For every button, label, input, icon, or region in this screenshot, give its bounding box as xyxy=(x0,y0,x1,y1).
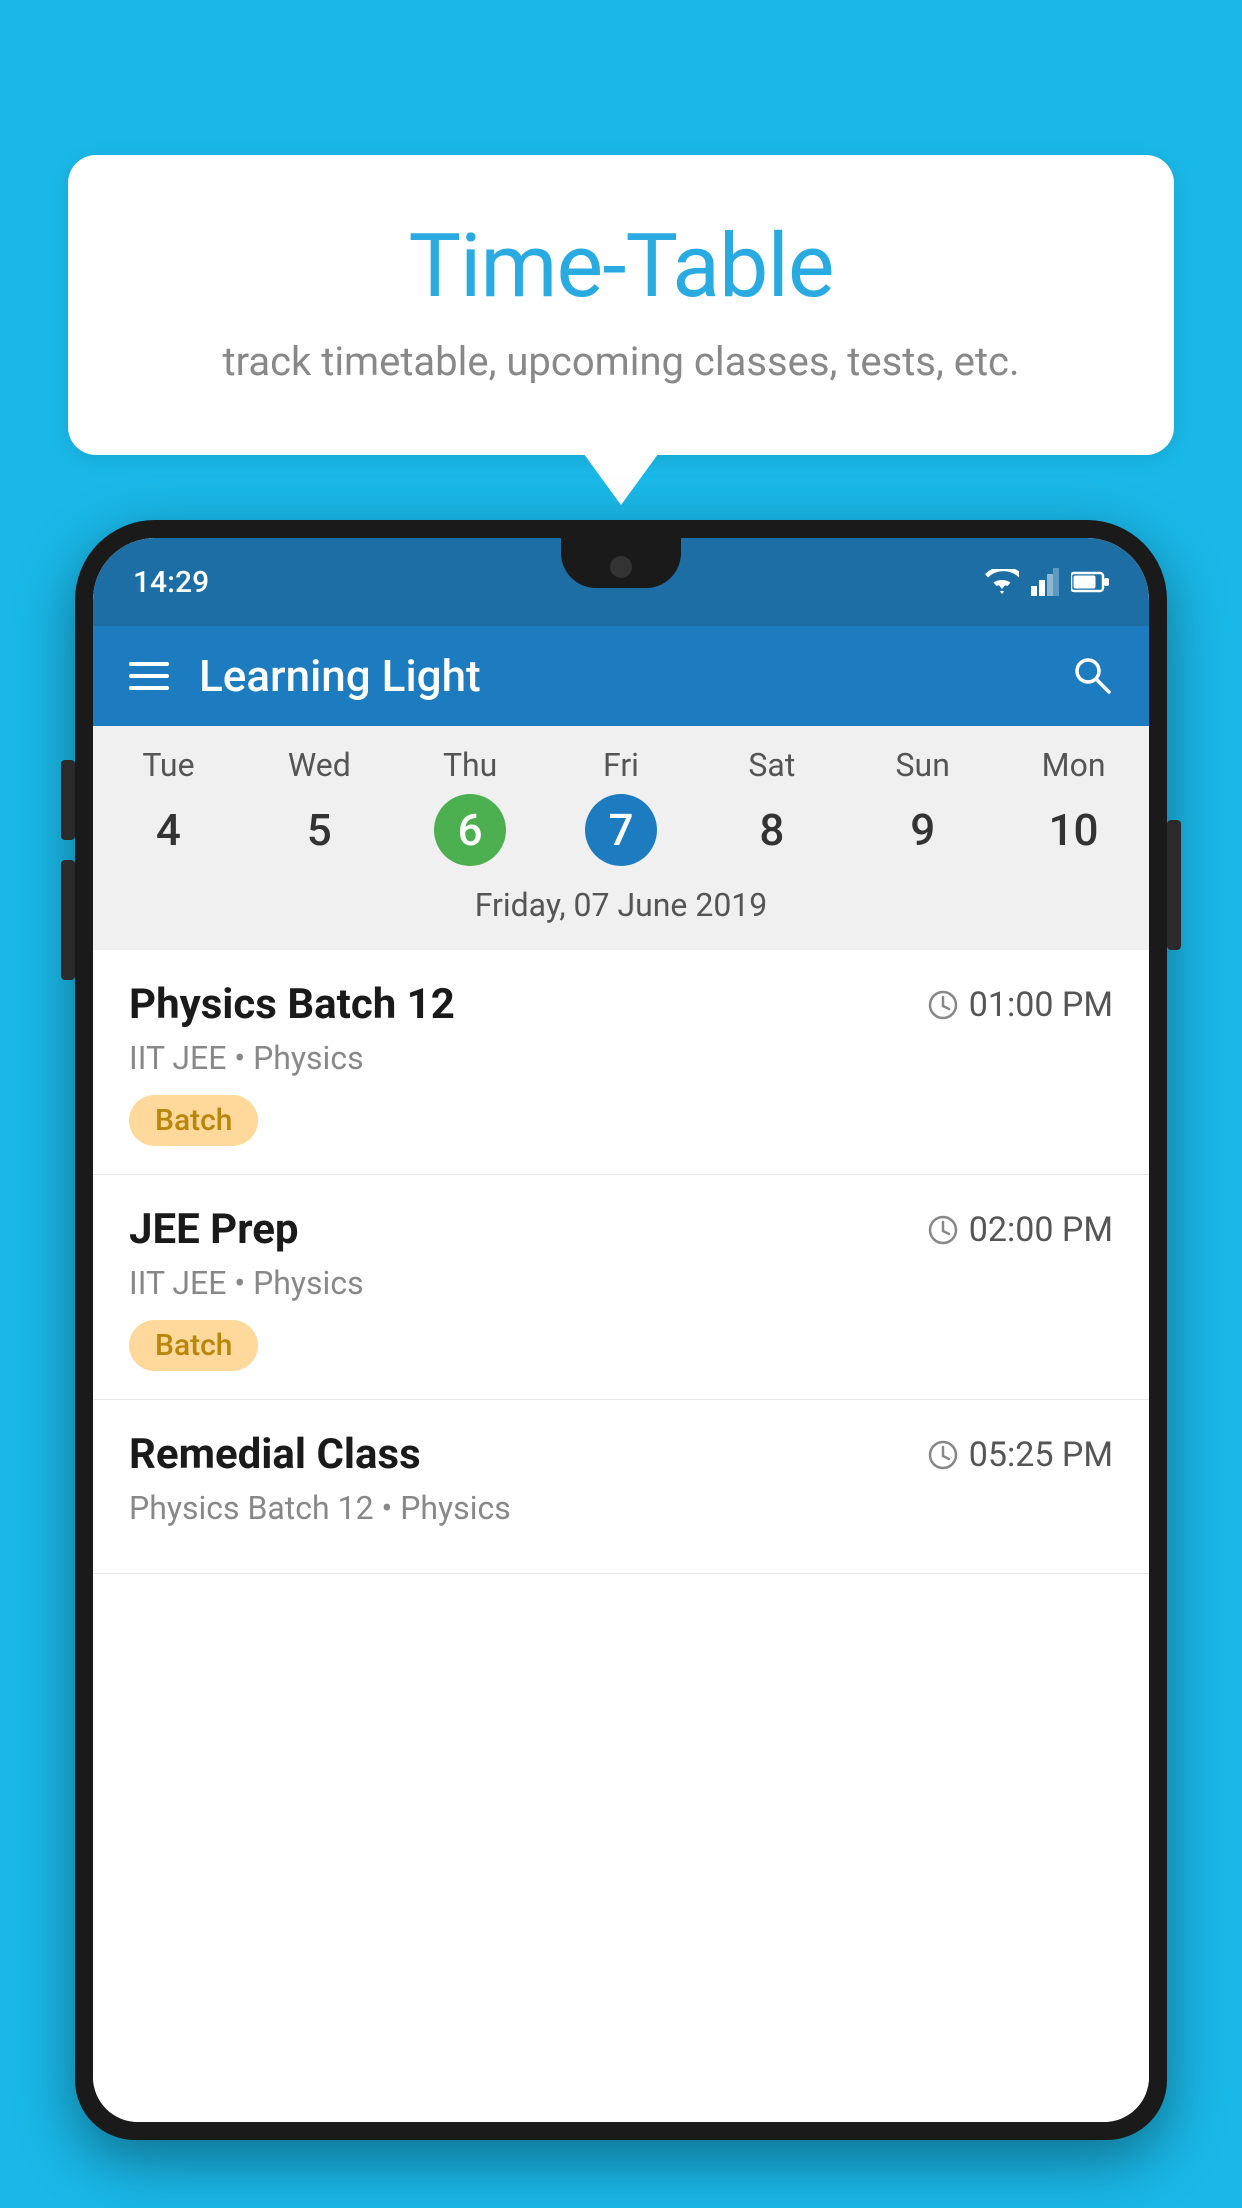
status-bar: 14:29 xyxy=(93,538,1149,626)
day-header-mon: Mon xyxy=(998,746,1149,784)
day-header-wed: Wed xyxy=(244,746,395,784)
clock-icon-0 xyxy=(927,989,959,1021)
day-header-thu: Thu xyxy=(395,746,546,784)
schedule-item-1-title: JEE Prep xyxy=(129,1205,299,1254)
day-8[interactable]: 8 xyxy=(736,794,808,866)
day-5[interactable]: 5 xyxy=(283,794,355,866)
power-button xyxy=(1167,820,1181,950)
clock-icon-2 xyxy=(927,1439,959,1471)
schedule-item-2-title: Remedial Class xyxy=(129,1430,421,1479)
app-bar-left: Learning Light xyxy=(129,650,481,702)
day-10[interactable]: 10 xyxy=(1038,794,1110,866)
phone-screen: 14:29 xyxy=(93,538,1149,2122)
schedule-item-0[interactable]: Physics Batch 12 01:00 PM IIT JEE • Phys… xyxy=(93,950,1149,1175)
wifi-icon xyxy=(985,569,1019,595)
schedule-item-1-sub: IIT JEE • Physics xyxy=(129,1264,1113,1302)
bubble-subtitle: track timetable, upcoming classes, tests… xyxy=(148,338,1094,385)
phone-wrapper: 14:29 xyxy=(75,520,1167,2208)
battery-icon xyxy=(1071,571,1109,593)
status-time: 14:29 xyxy=(133,565,209,600)
day-numbers: 4 5 6 7 8 9 10 xyxy=(93,794,1149,866)
schedule-list: Physics Batch 12 01:00 PM IIT JEE • Phys… xyxy=(93,950,1149,2122)
day-header-fri: Fri xyxy=(546,746,697,784)
schedule-item-2[interactable]: Remedial Class 05:25 PM Physics Batch 12… xyxy=(93,1400,1149,1574)
schedule-item-1[interactable]: JEE Prep 02:00 PM IIT JEE • Physics Batc… xyxy=(93,1175,1149,1400)
schedule-item-0-time: 01:00 PM xyxy=(927,985,1113,1025)
volume-up-button xyxy=(61,760,75,840)
schedule-item-1-time: 02:00 PM xyxy=(927,1210,1113,1250)
app-bar: Learning Light xyxy=(93,626,1149,726)
status-icons xyxy=(985,568,1109,596)
schedule-item-0-header: Physics Batch 12 01:00 PM xyxy=(129,980,1113,1029)
speech-bubble-container: Time-Table track timetable, upcoming cla… xyxy=(68,155,1174,455)
volume-down-button xyxy=(61,860,75,980)
clock-icon-1 xyxy=(927,1214,959,1246)
batch-badge-1: Batch xyxy=(129,1320,258,1371)
calendar-strip: Tue Wed Thu Fri Sat Sun Mon 4 5 6 7 8 9 … xyxy=(93,726,1149,950)
selected-date-label: Friday, 07 June 2019 xyxy=(93,880,1149,938)
schedule-item-2-time: 05:25 PM xyxy=(927,1435,1113,1475)
menu-button[interactable] xyxy=(129,662,169,690)
batch-badge-0: Batch xyxy=(129,1095,258,1146)
speech-bubble: Time-Table track timetable, upcoming cla… xyxy=(68,155,1174,455)
camera xyxy=(610,556,632,578)
day-6-today[interactable]: 6 xyxy=(434,794,506,866)
phone-outer: 14:29 xyxy=(75,520,1167,2140)
day-header-sun: Sun xyxy=(847,746,998,784)
day-header-tue: Tue xyxy=(93,746,244,784)
schedule-item-2-sub: Physics Batch 12 • Physics xyxy=(129,1489,1113,1527)
day-7-selected[interactable]: 7 xyxy=(585,794,657,866)
bubble-title: Time-Table xyxy=(148,215,1094,318)
signal-icon xyxy=(1031,568,1059,596)
schedule-item-0-title: Physics Batch 12 xyxy=(129,980,455,1029)
app-title: Learning Light xyxy=(199,650,481,702)
day-4[interactable]: 4 xyxy=(132,794,204,866)
schedule-item-0-sub: IIT JEE • Physics xyxy=(129,1039,1113,1077)
notch xyxy=(561,538,681,588)
schedule-item-2-header: Remedial Class 05:25 PM xyxy=(129,1430,1113,1479)
day-header-sat: Sat xyxy=(696,746,847,784)
day-headers: Tue Wed Thu Fri Sat Sun Mon xyxy=(93,746,1149,784)
search-button[interactable] xyxy=(1069,652,1113,700)
day-9[interactable]: 9 xyxy=(887,794,959,866)
schedule-item-1-header: JEE Prep 02:00 PM xyxy=(129,1205,1113,1254)
